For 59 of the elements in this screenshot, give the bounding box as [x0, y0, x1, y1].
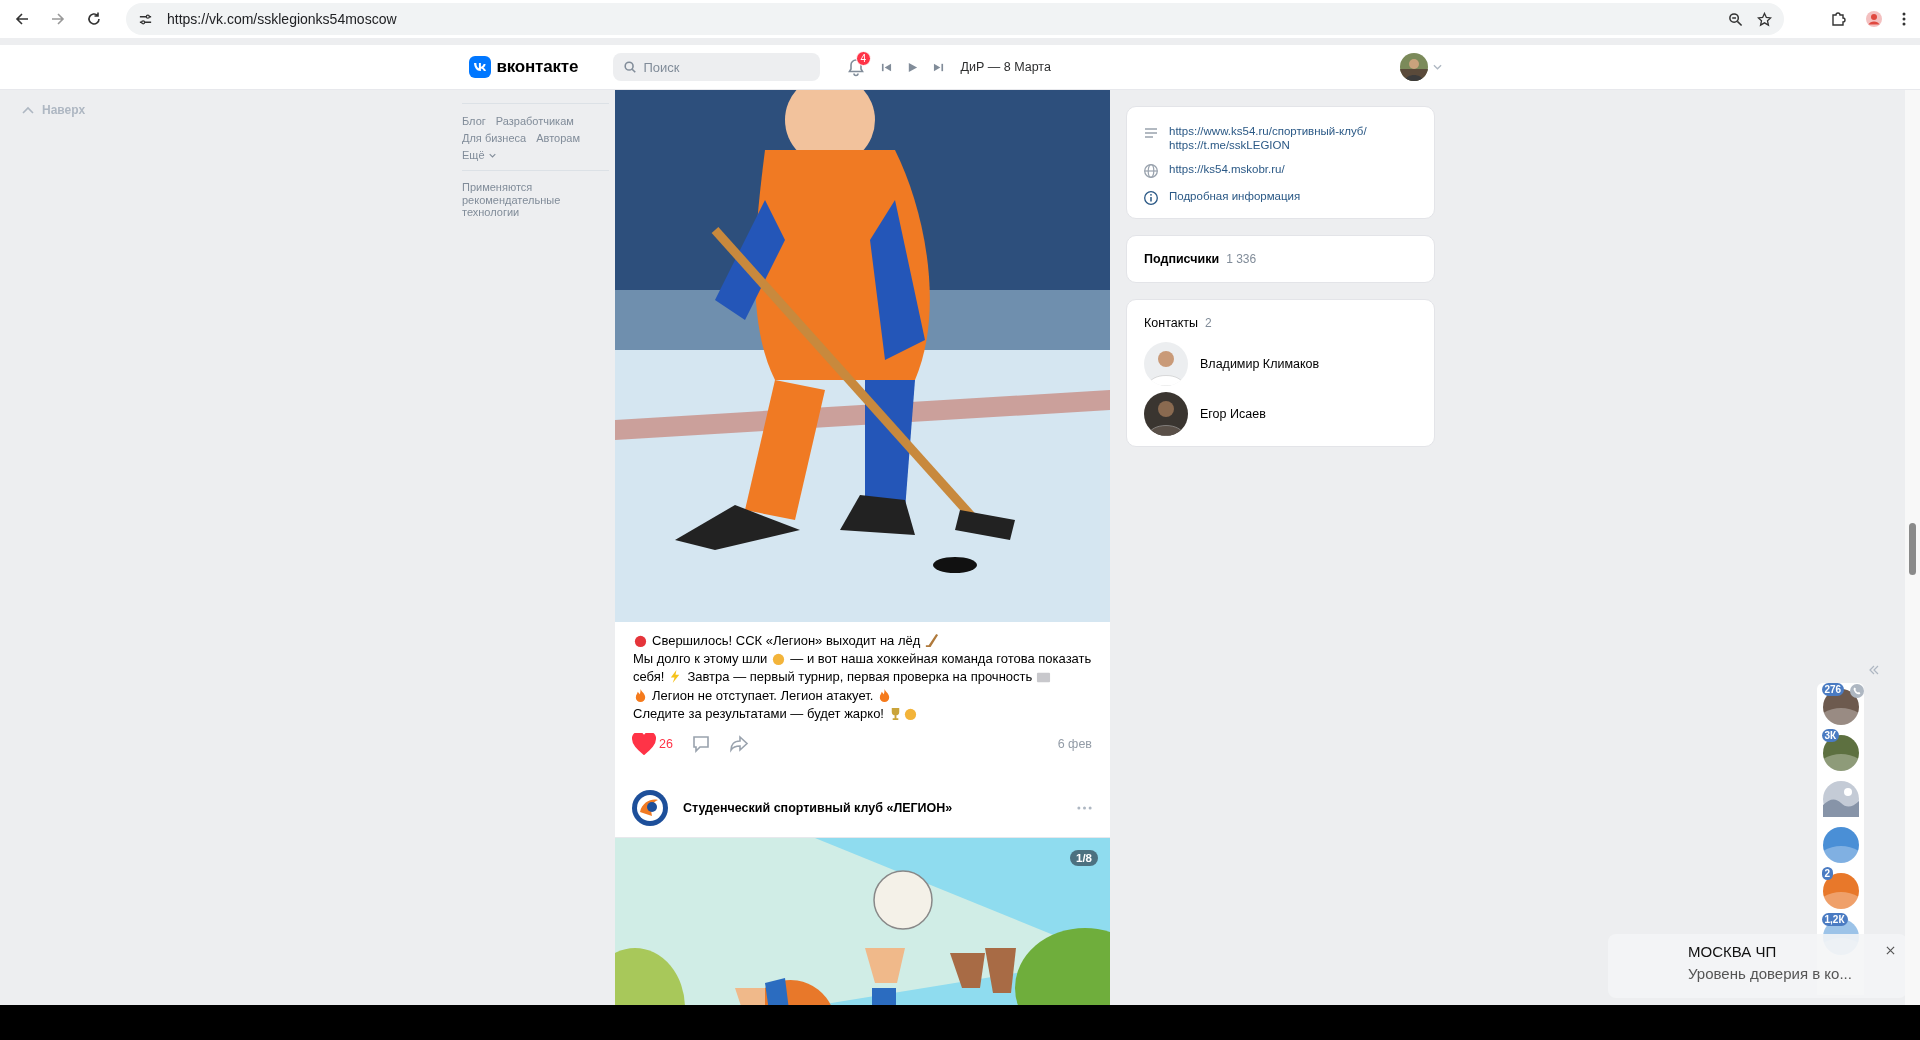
unread-count-badge: 3К: [1821, 729, 1840, 742]
description-lines-icon: [1143, 125, 1159, 141]
contacts-count: 2: [1205, 316, 1212, 330]
address-bar[interactable]: https://vk.com/ssklegionks54moscow: [126, 3, 1784, 35]
forward-icon[interactable]: [50, 11, 66, 27]
chevron-up-icon: [22, 106, 34, 114]
play-icon[interactable]: [906, 61, 918, 73]
post-text: Следите за результатами — будет жарко!: [633, 705, 884, 721]
search-field[interactable]: Поиск: [612, 53, 820, 81]
post-text: Мы долго к этому шли: [633, 651, 768, 667]
unread-count-badge: 276: [1821, 683, 1845, 696]
contact-name[interactable]: Егор Исаев: [1200, 407, 1266, 421]
post-text: себя!: [633, 669, 665, 685]
search-icon: [622, 60, 637, 74]
post-text: Легион не отступает. Легион атакует.: [652, 687, 874, 703]
close-icon[interactable]: [1886, 946, 1895, 955]
globe-icon: [1143, 163, 1159, 179]
extensions-icon[interactable]: [1830, 11, 1846, 27]
share-icon[interactable]: [728, 734, 749, 754]
back-icon[interactable]: [14, 11, 30, 27]
logo-wordmark[interactable]: вконтакте: [496, 57, 601, 77]
stick-emoji-icon: [924, 633, 940, 648]
info-link[interactable]: https://www.ks54.ru/спортивный-клуб/: [1169, 124, 1367, 138]
zoom-icon[interactable]: [1728, 11, 1743, 27]
subscribers-count: 1 336: [1226, 252, 1257, 266]
notification-toast[interactable]: МОСКВА ЧП Уровень доверия в ко...: [1608, 934, 1907, 998]
image-placeholder-icon[interactable]: [1822, 781, 1859, 817]
next-track-icon[interactable]: [932, 61, 944, 73]
profile-avatar-icon[interactable]: [1866, 11, 1882, 27]
heart-icon[interactable]: [632, 733, 656, 755]
post-text: Завтра — первый турнир, первая проверка на прочность: [687, 669, 1033, 685]
info-link[interactable]: https://t.me/sskLEGION: [1169, 138, 1290, 152]
info-link[interactable]: Подробная информация: [1169, 189, 1301, 203]
reload-icon[interactable]: [86, 11, 102, 27]
toast-text: Уровень доверия в ко...: [1688, 965, 1852, 982]
chevron-down-icon: [488, 152, 496, 158]
logo-icon[interactable]: [468, 56, 491, 78]
unread-count-badge: 1,2К: [1821, 913, 1848, 926]
contacts-title[interactable]: Контакты: [1144, 316, 1198, 330]
fire-emoji-icon: [633, 687, 648, 703]
bookmark-star-icon[interactable]: [1757, 11, 1772, 27]
toast-title: МОСКВА ЧП: [1688, 943, 1777, 960]
unread-count-badge: 2: [1821, 867, 1834, 880]
info-icon: [1143, 190, 1159, 206]
info-link[interactable]: https://ks54.mskobr.ru/: [1169, 162, 1285, 176]
post-author[interactable]: Студенческий спортивный клуб «ЛЕГИОН»: [683, 801, 953, 815]
url-text: https://vk.com/ssklegionks54moscow: [167, 11, 397, 27]
post-text: — и вот наша хоккейная команда готова показать: [790, 651, 1092, 667]
comment-icon[interactable]: [690, 734, 711, 754]
menu-icon[interactable]: [1902, 11, 1906, 27]
scrollbar[interactable]: [1905, 90, 1920, 1005]
notification-count-badge: 4: [855, 51, 872, 66]
likes-count: 26: [659, 737, 673, 751]
photo-counter-badge: 1/8: [1070, 850, 1098, 866]
subscribers-title[interactable]: Подписчики: [1144, 252, 1220, 266]
previous-track-icon[interactable]: [880, 61, 892, 73]
now-playing-track[interactable]: ДиР — 8 Марта: [960, 60, 1051, 74]
contact-name[interactable]: Владимир Климаков: [1200, 357, 1320, 371]
post-text: Свершилось! ССК «Легион» выходит на лёд: [652, 633, 921, 648]
